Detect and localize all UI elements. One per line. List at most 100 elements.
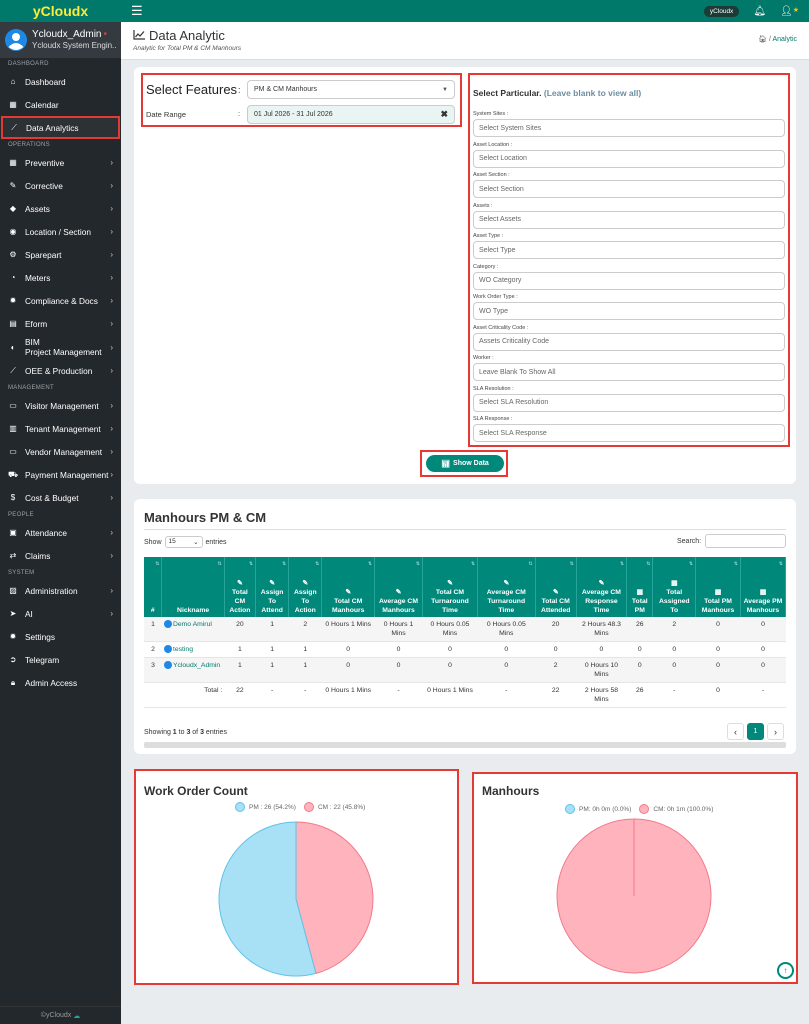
column-header[interactable]: ⇅ ▦ Average PM Manhours: [740, 557, 787, 617]
sort-icon: ⇅: [282, 561, 287, 567]
search-input[interactable]: [705, 534, 786, 548]
field-input[interactable]: Leave Blank To Show All: [473, 363, 785, 381]
column-header[interactable]: ⇅ ✎ Total CM Turnaround Time: [422, 557, 479, 617]
table-cell: 26: [626, 617, 653, 642]
field-input[interactable]: Select Section: [473, 180, 785, 198]
total-cell: 0: [695, 682, 741, 708]
table-cell: 1: [224, 641, 256, 658]
cart-icon: ⛟: [8, 469, 19, 479]
sidebar-item-admin-access[interactable]: 🔒︎ Admin Access: [0, 671, 121, 694]
sidebar-item-settings[interactable]: ✹ Settings: [0, 625, 121, 648]
sidebar-item-label: Tenant Management: [25, 423, 101, 434]
page-1-button[interactable]: 1: [747, 723, 764, 740]
column-header[interactable]: ⇅ ✎ Average CM Response Time: [576, 557, 628, 617]
sidebar-item-vendor-management[interactable]: ▭ Vendor Management ›: [0, 440, 121, 463]
sidebar-item-label: Project Management: [25, 347, 102, 357]
sidebar-item-tenant-management[interactable]: ▥ Tenant Management ›: [0, 417, 121, 440]
clear-icon[interactable]: ✖: [440, 109, 448, 120]
home-icon[interactable]: 🏠︎: [758, 36, 767, 43]
nickname-text: testing: [172, 646, 193, 653]
table-cell: 0: [695, 617, 741, 642]
bell-icon[interactable]: 🔔︎: [753, 6, 766, 17]
bar-chart-icon: 📊︎: [441, 460, 451, 468]
sidebar-item-bim[interactable]: ◐ BIM Project Management ›: [0, 335, 121, 359]
column-header[interactable]: ⇅ ✎ Total CM Attended: [535, 557, 577, 617]
hamburger-menu-icon[interactable]: ☰: [131, 3, 143, 19]
sidebar-item-administration[interactable]: ▨ Administration ›: [0, 579, 121, 602]
sidebar-item-attendance[interactable]: ▣ Attendance ›: [0, 521, 121, 544]
sidebar-item-claims[interactable]: ⇄ Claims ›: [0, 544, 121, 567]
column-header[interactable]: ⇅ ▦ Total PM Manhours: [695, 557, 741, 617]
sidebar-item-label: Data Analytics: [26, 122, 79, 133]
breadcrumb-analytic[interactable]: Analytic: [772, 36, 797, 43]
field-input[interactable]: Select SLA Response: [473, 424, 785, 442]
column-header[interactable]: ⇅ ✎ Total CM Action: [224, 557, 257, 617]
gear-icon: ✹: [9, 296, 17, 305]
column-header[interactable]: ⇅ ✎ Average CM Turnaround Time: [477, 557, 536, 617]
sidebar-item-dashboard[interactable]: ⌂ Dashboard: [0, 70, 121, 93]
sidebar-item-calendar[interactable]: ▦ Calendar: [0, 93, 121, 116]
sidebar-item-location-section[interactable]: ◉ Location / Section ›: [0, 220, 121, 243]
field-input[interactable]: Select SLA Resolution: [473, 393, 785, 412]
column-header-label: Average PM Manhours: [743, 598, 783, 614]
field-input[interactable]: Select Type: [473, 241, 785, 259]
sidebar-item-visitor-management[interactable]: ▭ Visitor Management ›: [0, 394, 121, 417]
sidebar-item-data-analytics[interactable]: ⟋ Data Analytics: [1, 116, 120, 139]
users-icon[interactable]: 👤︎★: [780, 6, 799, 17]
nickname-link[interactable]: testing: [161, 641, 225, 658]
wrench-icon: ✎: [395, 589, 402, 596]
tag-icon: ◆: [9, 204, 17, 213]
column-header[interactable]: ⇅ #: [144, 557, 163, 617]
column-header[interactable]: ⇅ ▦ Total PM: [626, 557, 654, 617]
field-input[interactable]: Select System Sites: [473, 119, 785, 137]
user-icon: [163, 645, 172, 654]
total-cell: Total :: [161, 682, 225, 708]
sidebar-item-eform[interactable]: ▤ Eform ›: [0, 312, 121, 335]
column-header[interactable]: ⇅ ▦ Total Assigned To: [652, 557, 697, 617]
sidebar-item-compliance-docs[interactable]: ✹ Compliance & Docs ›: [0, 289, 121, 312]
field-input[interactable]: WO Type: [473, 302, 785, 320]
sidebar-item-corrective[interactable]: ✎ Corrective ›: [0, 174, 121, 197]
column-header[interactable]: ⇅ Nickname: [161, 557, 225, 617]
sidebar-item-ai[interactable]: ➤ AI ›: [0, 602, 121, 625]
next-page-button[interactable]: ›: [767, 723, 784, 740]
prev-page-button[interactable]: ‹: [727, 723, 744, 740]
brand-logo[interactable]: yCloudx: [0, 0, 121, 22]
table-cell: 0: [695, 657, 741, 683]
field-input[interactable]: Select Location: [473, 149, 785, 168]
site-pill[interactable]: yCloudx: [703, 5, 740, 17]
table-cell: 1: [255, 657, 289, 683]
chevron-right-icon: ›: [110, 493, 113, 502]
chevron-right-icon: ›: [110, 319, 113, 328]
date-range-picker[interactable]: 01 Jul 2026 - 31 Jul 2026 ✖: [247, 105, 455, 124]
sidebar-item-label: Settings: [25, 631, 55, 642]
chevron-right-icon: ›: [110, 296, 113, 305]
sidebar-item-assets[interactable]: ◆ Assets ›: [0, 197, 121, 220]
sidebar-item-telegram[interactable]: ➲ Telegram: [0, 648, 121, 671]
entries-select[interactable]: 15 ⌄: [164, 536, 203, 548]
column-header-label: Total PM: [631, 598, 648, 614]
select-features-dropdown[interactable]: PM & CM Manhours ▼: [247, 80, 455, 99]
nickname-link[interactable]: Ycloudx_Admin: [161, 657, 225, 683]
column-header[interactable]: ⇅ ✎ Average CM Manhours: [374, 557, 423, 617]
scroll-top-button[interactable]: ↑: [777, 962, 794, 979]
user-panel[interactable]: Ycloudx_Admin • Ycloudx System Engin...: [0, 22, 121, 58]
sidebar-item-preventive[interactable]: ▦ Preventive ›: [0, 151, 121, 174]
nickname-link[interactable]: Demo Amirul: [161, 617, 225, 642]
field-input[interactable]: Select Assets: [473, 210, 785, 229]
field-input[interactable]: Assets Criticality Code: [473, 332, 785, 351]
column-header[interactable]: ⇅ ✎ Total CM Manhours: [321, 557, 376, 617]
sidebar-item-cost-budget[interactable]: $ Cost & Budget ›: [0, 486, 121, 509]
column-header[interactable]: ⇅ ✎ Assign To Attend: [255, 557, 290, 617]
chevron-right-icon: ›: [110, 609, 113, 618]
column-header[interactable]: ⇅ ✎ Assign To Action: [288, 557, 323, 617]
sidebar-item-sparepart[interactable]: ⚙ Sparepart ›: [0, 243, 121, 266]
field-label: Asset Type :: [473, 233, 504, 239]
field-input[interactable]: WO Category: [473, 271, 785, 290]
sidebar-item-meters[interactable]: ◔ Meters ›: [0, 266, 121, 289]
sidebar-item-payment-management[interactable]: ⛟ Payment Management ›: [0, 463, 121, 486]
sidebar-item-oee-production[interactable]: ⟋ OEE & Production ›: [0, 359, 121, 382]
horizontal-scrollbar[interactable]: [144, 742, 786, 748]
show-data-button[interactable]: 📊︎ Show Data: [426, 455, 504, 472]
table-cell: 0: [652, 657, 696, 683]
